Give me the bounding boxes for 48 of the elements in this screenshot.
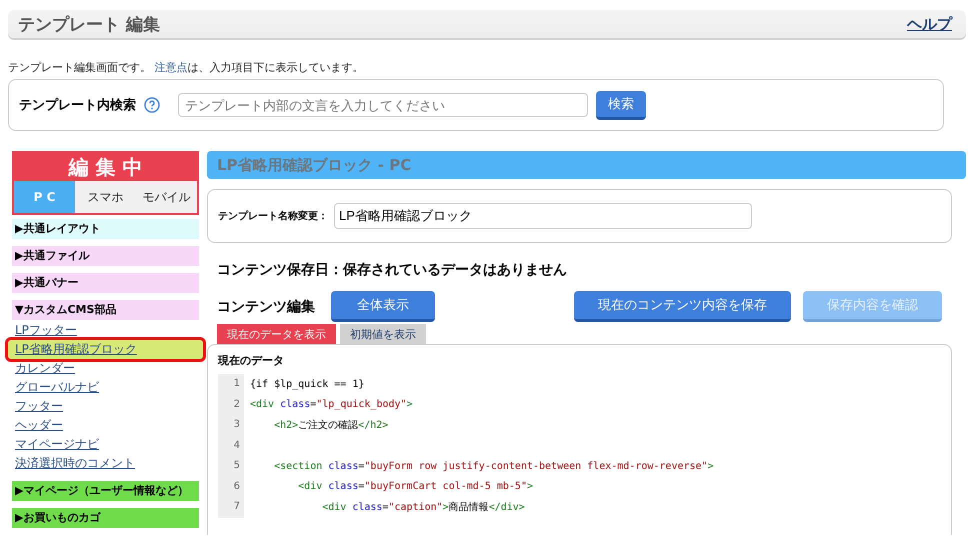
line-number: 6 [218,476,244,497]
intro-text: テンプレート編集画面です。 注意点は、入力項目下に表示しています。 [8,60,364,75]
code-line: <div class="buyFormCart col-md-5 mb-5"> [297,481,533,492]
sidebar-item[interactable]: グローバルナビ [12,378,199,397]
data-title: 現在のデータ [218,353,285,368]
code-line: <div class="lp_quick_body"> [250,399,413,410]
sidebar-section[interactable]: ▶お買いものカゴ [12,508,199,528]
sidebar-item[interactable]: ヘッダー [12,416,199,435]
sidebar-item[interactable]: フッター [12,397,199,416]
line-number: 1 [218,374,244,394]
line-number: 7 [218,497,244,518]
sidebar-section[interactable]: ▶マイページ（ユーザー情報など） [12,481,199,501]
save-button[interactable]: 現在のコンテンツ内容を保存 [574,291,791,322]
sidebar-section[interactable]: ▶共通バナー [12,273,199,293]
code-line: <div class="caption">商品情報</div> [321,500,525,514]
line-number: 2 [218,394,244,415]
content-edit-label: コンテンツ編集 [217,298,315,316]
view-tab[interactable]: 初期値を表示 [340,324,426,344]
sidebar-item[interactable]: LPフッター [12,321,199,340]
sidebar-item[interactable]: カレンダー [12,359,199,378]
sidebar-item[interactable]: マイページナビ [12,435,199,454]
code-line: <h2>ご注文の確認</h2> [273,418,388,432]
sidebar-item[interactable]: 決済選択時のコメント [12,454,199,473]
editing-title: 編 集 中 [67,154,144,181]
saved-date-text: コンテンツ保存日：保存されているデータはありません [216,261,568,279]
sidebar-section[interactable]: ▶共通レイアウト [12,219,199,239]
line-number: 3 [218,415,244,436]
device-tab[interactable]: モバイル [136,181,197,213]
search-label: テンプレート内検索 [19,96,136,114]
page-title: テンプレート 編集 [18,14,160,36]
template-name-field[interactable]: LP省略用確認ブロック [334,203,752,229]
help-link[interactable]: ヘルプ [907,14,952,34]
show-all-button[interactable]: 全体表示 [331,291,435,322]
device-tab[interactable]: スマホ [75,181,136,213]
rename-label: テンプレート名称変更： [218,209,328,223]
sidebar-item[interactable]: LP省略用確認ブロック [8,340,203,359]
view-tab[interactable]: 現在のデータを表示 [217,324,336,344]
notes-link[interactable]: 注意点 [154,61,188,74]
sidebar-section[interactable]: ▶共通ファイル [12,246,199,266]
sidebar-section[interactable]: ▼カスタムCMS部品 [12,300,199,320]
code-line: <section class="buyForm row justify-content-between flex-md-row-reverse"> [273,460,714,472]
code-line: {if $lp_quick == 1} [250,378,364,390]
search-button[interactable]: 検索 [596,90,646,120]
help-icon[interactable] [144,97,160,113]
section-title: LP省略用確認ブロック - PC [207,151,966,179]
line-number: 5 [218,456,244,476]
line-number: 4 [218,436,244,456]
search-field[interactable]: テンプレート内部の文言を入力してください [178,93,588,117]
